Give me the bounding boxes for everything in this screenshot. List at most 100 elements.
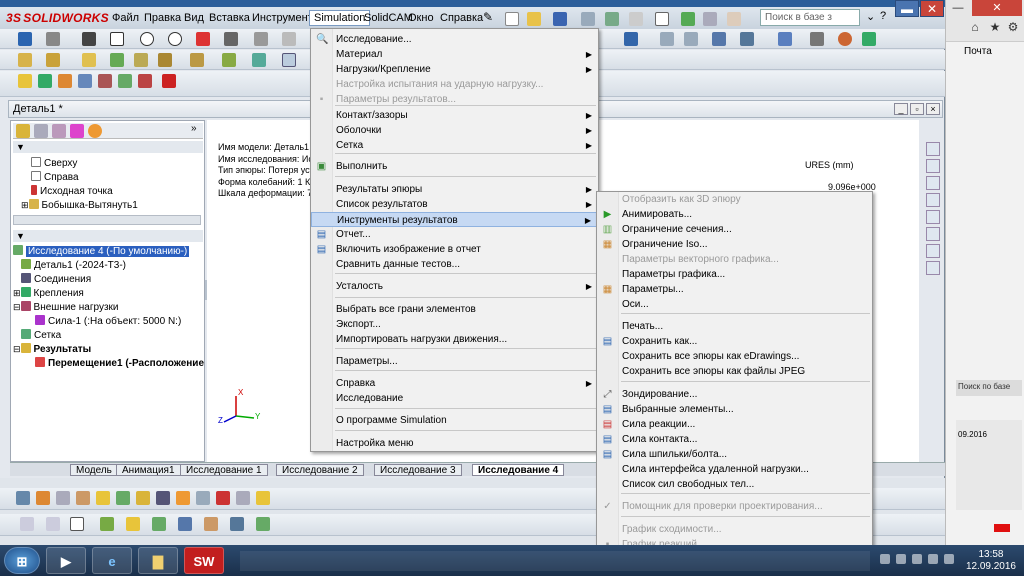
line-icon[interactable]: [82, 32, 96, 46]
smart-dimension-icon[interactable]: [46, 32, 60, 46]
select-icon[interactable]: [70, 517, 84, 531]
tab-study-1[interactable]: Исследование 1: [180, 464, 268, 476]
simulation-menu-item[interactable]: 🔍 Исследование...: [311, 32, 598, 47]
rib-icon[interactable]: [222, 53, 236, 67]
view-palette-icon[interactable]: [926, 210, 940, 224]
collapse-icon[interactable]: ⊟: [13, 344, 21, 354]
zoom-fit-icon[interactable]: [660, 32, 674, 46]
home-icon[interactable]: ⌂: [966, 18, 984, 36]
curves-icon[interactable]: [252, 53, 266, 67]
view-orientation-icon[interactable]: [778, 32, 792, 46]
appearances-icon[interactable]: [926, 227, 940, 241]
simulation-menu-item[interactable]: Оболочки ▶: [311, 123, 598, 138]
home-task-icon[interactable]: [926, 142, 940, 156]
results-tools-menu-item[interactable]: ▤ Выбранные элементы...: [597, 402, 872, 417]
search-knowledge-base-input[interactable]: Поиск в базе з: [760, 9, 860, 26]
simulation-menu-item[interactable]: Материал ▶: [311, 47, 598, 62]
tree-item[interactable]: Соединения: [21, 273, 91, 286]
doc-restore-icon[interactable]: ▫: [910, 103, 924, 115]
mesh-icon[interactable]: [78, 74, 92, 88]
filter-bar-study[interactable]: ▼: [13, 230, 203, 242]
sketch-icon[interactable]: [18, 32, 32, 46]
tray-arrow-icon[interactable]: [880, 554, 890, 564]
simulation-menu-item[interactable]: Нагрузки/Крепление ▶: [311, 62, 598, 77]
tab-study-4[interactable]: Исследование 4: [472, 464, 565, 476]
window-close-icon[interactable]: ✕: [920, 0, 944, 17]
filter-bar[interactable]: ▼: [13, 141, 203, 153]
minimize-icon[interactable]: —: [946, 0, 970, 16]
simulation-menu-item[interactable]: Сетка ▶: [311, 138, 598, 153]
section-view-icon[interactable]: [740, 32, 754, 46]
filter-vertices-icon[interactable]: [100, 517, 114, 531]
fatigue-icon[interactable]: [162, 74, 176, 88]
tree-item[interactable]: Сетка: [21, 329, 61, 342]
featuremanager-tab-icon[interactable]: [16, 124, 30, 138]
fillet-icon[interactable]: [282, 32, 296, 46]
tree-item[interactable]: ⊟ Внешние нагрузки: [13, 301, 119, 314]
arc-icon[interactable]: [196, 32, 210, 46]
horizontal-scrollbar[interactable]: [13, 215, 201, 225]
spline-icon[interactable]: [224, 32, 238, 46]
zoom-area-icon[interactable]: [684, 32, 698, 46]
internet-explorer-icon[interactable]: e: [92, 547, 132, 574]
doc-close-icon[interactable]: ×: [926, 103, 940, 115]
tab-study-2[interactable]: Исследование 2: [276, 464, 364, 476]
instant3d-icon[interactable]: [282, 53, 296, 67]
balloon-icon[interactable]: [56, 491, 70, 505]
results-tools-menu-item[interactable]: Оси...: [597, 297, 872, 312]
loft-icon[interactable]: [110, 53, 124, 67]
design-library-icon[interactable]: [926, 176, 940, 190]
results-tools-menu-item[interactable]: ▶ Анимировать...: [597, 207, 872, 222]
menu-window[interactable]: Окно: [404, 10, 438, 26]
results-tools-menu-item[interactable]: Сохранить все эпюры как файлы JPEG: [597, 364, 872, 379]
simulation-menu-item[interactable]: Сравнить данные тестов...: [311, 257, 598, 272]
help-icon[interactable]: ?: [880, 10, 886, 22]
custom-properties-icon[interactable]: [926, 244, 940, 258]
weld-icon[interactable]: [76, 491, 90, 505]
pin-icon[interactable]: ✎: [483, 10, 493, 24]
display-style-icon[interactable]: [810, 32, 824, 46]
fixtures-icon[interactable]: [38, 74, 52, 88]
results-tools-menu-item[interactable]: ▤ Сила шпильки/болта...: [597, 447, 872, 462]
cut-icon[interactable]: [134, 53, 148, 67]
menu-edit[interactable]: Правка: [140, 10, 185, 26]
solidworks-forum-icon[interactable]: [926, 261, 940, 275]
ellipse-icon[interactable]: [254, 32, 268, 46]
tree-item[interactable]: Исходная точка: [31, 185, 113, 198]
run-icon[interactable]: [98, 74, 112, 88]
simulation-menu-item[interactable]: Результаты эпюры ▶: [311, 182, 598, 197]
simulation-menu-item[interactable]: Экспорт...: [311, 317, 598, 332]
report-icon[interactable]: [138, 74, 152, 88]
results-tools-menu-item[interactable]: ▥ Ограничение сечения...: [597, 222, 872, 237]
appearance-icon[interactable]: [838, 32, 852, 46]
spell-check-icon[interactable]: [16, 491, 30, 505]
solidworks-taskbar-icon[interactable]: SW: [184, 547, 224, 574]
results-tools-menu-item[interactable]: ▦ Параметры...: [597, 282, 872, 297]
tree-item[interactable]: Деталь1 (-2024-T3-): [21, 259, 126, 272]
revolve-icon[interactable]: [46, 53, 60, 67]
rebuild-icon[interactable]: [681, 12, 695, 26]
pattern-icon[interactable]: [190, 53, 204, 67]
loads-icon[interactable]: [58, 74, 72, 88]
undo-icon[interactable]: [605, 12, 619, 26]
bom-icon[interactable]: [236, 491, 250, 505]
tree-item[interactable]: ⊞ Крепления: [13, 287, 84, 300]
simulation-menu-item[interactable]: ▣ Выполнить: [311, 159, 598, 174]
simulation-menu-item[interactable]: Инструменты результатов ▶: [311, 212, 598, 227]
volume-icon[interactable]: [928, 554, 938, 564]
star-icon[interactable]: ★: [986, 18, 1004, 36]
select-cursor-icon[interactable]: [655, 12, 669, 26]
simulation-menu-item[interactable]: Параметры...: [311, 354, 598, 369]
browser-search-field[interactable]: Поиск по базе: [956, 380, 1022, 396]
previous-view-icon[interactable]: [712, 32, 726, 46]
expand-panel-icon[interactable]: »: [191, 123, 197, 134]
sigma-icon[interactable]: [156, 491, 170, 505]
dimxpert-tab-icon[interactable]: [70, 124, 84, 138]
revision-icon[interactable]: [216, 491, 230, 505]
gear-icon[interactable]: ⚙: [1004, 18, 1022, 36]
save-icon[interactable]: [553, 12, 567, 26]
tree-item[interactable]: Перемещение1 (-Расположение р: [35, 357, 213, 370]
results-tools-menu-item[interactable]: ▤ Сила контакта...: [597, 432, 872, 447]
menu-insert[interactable]: Вставка: [205, 10, 254, 26]
network-icon[interactable]: [912, 554, 922, 564]
